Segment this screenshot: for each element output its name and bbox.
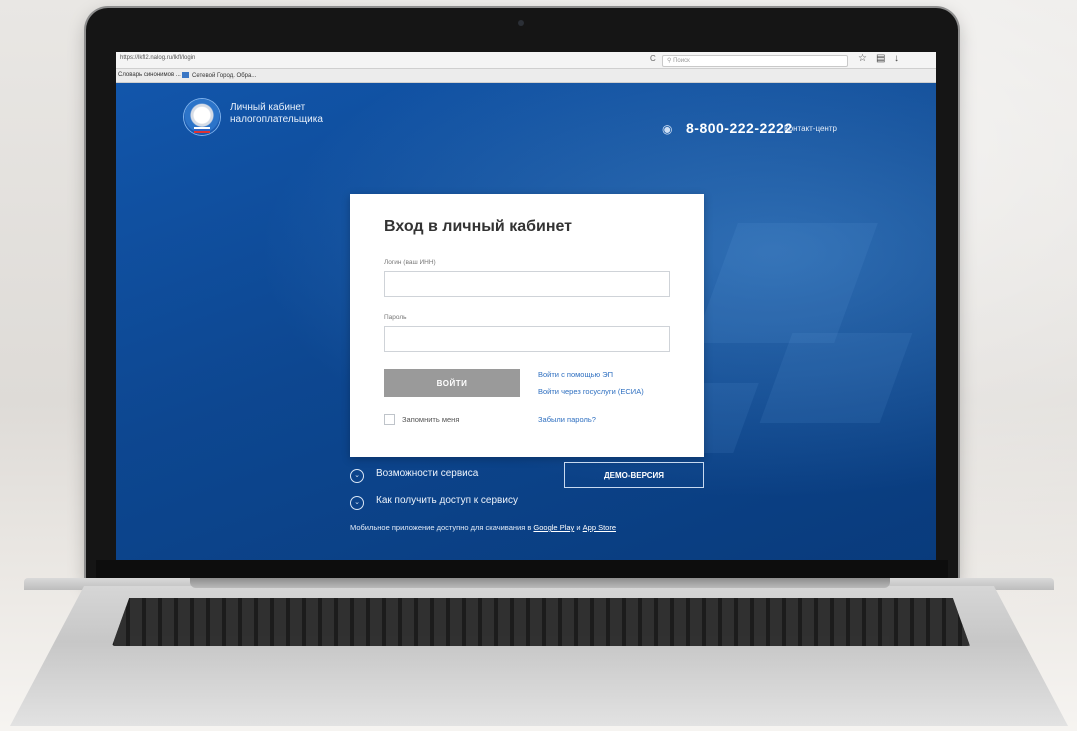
login-card: Вход в личный кабинет Логин (ваш ИНН) Па… <box>350 194 704 457</box>
service-capabilities-link[interactable]: Возможности сервиса <box>376 468 478 479</box>
chevron-down-icon[interactable]: ⌄ <box>350 469 364 483</box>
flag-icon <box>194 127 210 133</box>
password-input[interactable] <box>384 326 670 352</box>
hotline-phone[interactable]: 8-800-222-2222 <box>686 120 793 136</box>
camera-icon <box>518 20 524 26</box>
forgot-password-link[interactable]: Забыли пароль? <box>538 415 596 424</box>
laptop-lid: https://lkfl2.nalog.ru/lkfl/login C ⚲ По… <box>86 8 958 583</box>
laptop-screen: https://lkfl2.nalog.ru/lkfl/login C ⚲ По… <box>116 52 936 567</box>
eye-icon[interactable]: ◉ <box>662 122 672 136</box>
laptop-hinge <box>190 578 890 588</box>
mobile-app-note: Мобильное приложение доступно для скачив… <box>350 523 616 532</box>
background-decoration <box>759 333 913 423</box>
download-icon[interactable]: ↓ <box>894 53 899 65</box>
login-esia-link[interactable]: Войти через госуслуги (ЕСИА) <box>538 387 644 396</box>
keyboard-keys <box>112 598 970 646</box>
bookmark-icon <box>182 72 189 78</box>
login-page: Личный кабинет налогоплательщика ◉ 8-800… <box>116 83 936 567</box>
browser-toolbar: https://lkfl2.nalog.ru/lkfl/login C ⚲ По… <box>116 52 936 69</box>
app-store-link[interactable]: App Store <box>583 523 616 532</box>
fns-emblem-logo[interactable] <box>184 99 220 135</box>
address-bar[interactable]: https://lkfl2.nalog.ru/lkfl/login <box>120 55 195 61</box>
brand-title: Личный кабинет налогоплательщика <box>230 102 323 125</box>
bookmark-item[interactable]: Словарь синонимов ... <box>118 72 181 78</box>
keyboard <box>112 598 970 646</box>
remember-label: Запомнить меня <box>402 415 460 424</box>
star-icon[interactable]: ☆ <box>858 53 867 65</box>
login-label: Логин (ваш ИНН) <box>384 259 436 266</box>
login-title: Вход в личный кабинет <box>384 218 572 235</box>
lid-bottom-bezel <box>96 560 948 580</box>
demo-version-button[interactable]: ДЕМО-ВЕРСИЯ <box>564 462 704 488</box>
reload-icon[interactable]: C <box>650 54 656 63</box>
chevron-down-icon[interactable]: ⌄ <box>350 496 364 510</box>
bookmark-item[interactable]: Сетевой Город. Обра... <box>182 72 256 79</box>
login-ep-link[interactable]: Войти с помощью ЭП <box>538 370 613 379</box>
login-input[interactable] <box>384 271 670 297</box>
login-button[interactable]: ВОЙТИ <box>384 369 520 397</box>
clipboard-icon[interactable]: ▤ <box>876 53 885 65</box>
browser-search-input[interactable]: ⚲ Поиск <box>662 55 848 67</box>
remember-checkbox[interactable] <box>384 414 395 425</box>
password-label: Пароль <box>384 314 407 321</box>
search-placeholder: ⚲ Поиск <box>667 58 690 64</box>
bookmarks-bar: Словарь синонимов ... Сетевой Город. Обр… <box>116 69 936 83</box>
background-decoration <box>694 223 878 343</box>
access-info-link[interactable]: Как получить доступ к сервису <box>376 495 518 506</box>
google-play-link[interactable]: Google Play <box>533 523 574 532</box>
contact-center-link[interactable]: Контакт-центр <box>784 124 837 133</box>
